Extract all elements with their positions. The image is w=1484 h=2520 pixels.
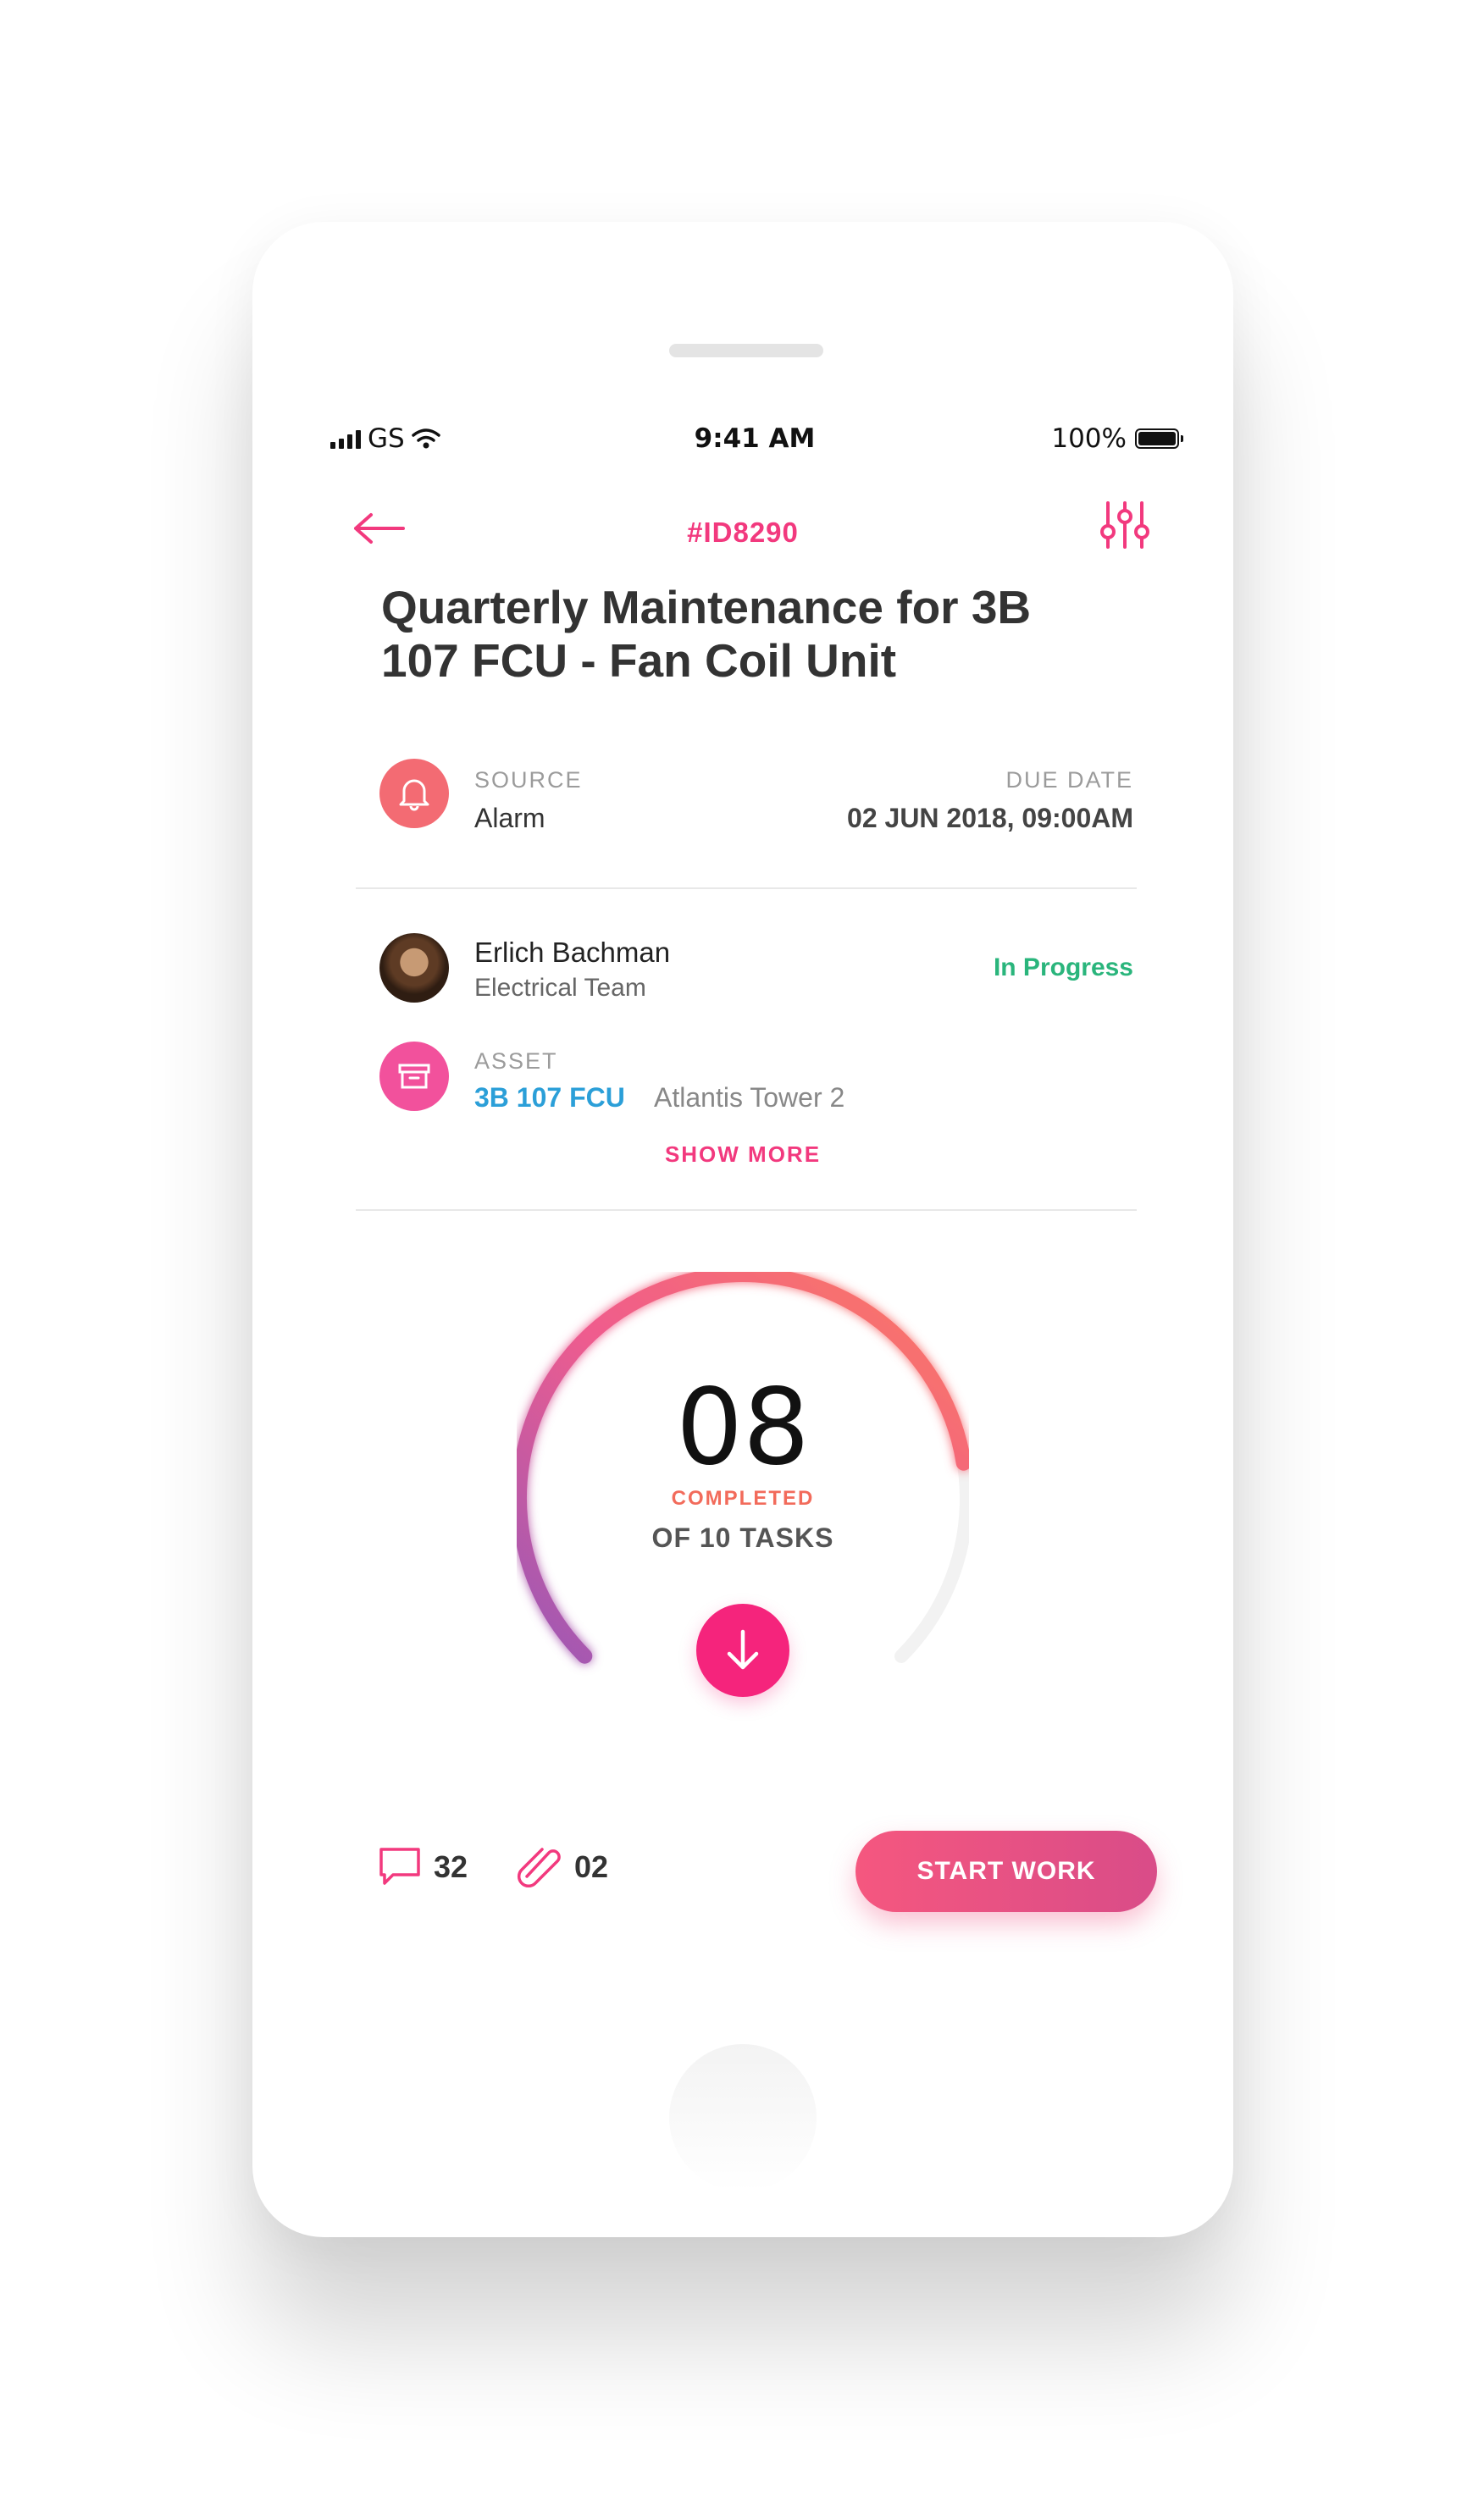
asset-code[interactable]: 3B 107 FCU [474, 1082, 625, 1114]
divider-bottom [356, 1209, 1137, 1211]
expand-tasks-button[interactable] [696, 1604, 789, 1697]
comments-button[interactable]: 32 [378, 1846, 468, 1888]
source-bell-badge [379, 759, 449, 828]
page-title: Quarterly Maintenance for 3B 107 FCU - F… [381, 581, 1032, 687]
asset-location: Atlantis Tower 2 [654, 1082, 845, 1113]
phone-frame: GS 9:41 AM 100% #ID8290 Quarterly Mainte… [252, 222, 1233, 2237]
status-bar: GS 9:41 AM 100% [330, 418, 1183, 462]
arrow-down-icon [727, 1629, 759, 1670]
asset-label: ASSET [474, 1048, 558, 1074]
battery-icon [1135, 428, 1183, 449]
status-right: 100% [1051, 423, 1183, 454]
filter-sliders-icon[interactable] [1099, 500, 1150, 550]
source-value: Alarm [474, 803, 545, 833]
asset-badge [379, 1042, 449, 1111]
avatar[interactable] [379, 933, 449, 1003]
completed-label: COMPLETED [671, 1487, 815, 1510]
speaker-grille [669, 344, 823, 357]
divider-top [356, 887, 1137, 889]
ticket-id: #ID8290 [687, 517, 799, 548]
comment-icon [379, 1848, 420, 1885]
assignee-name: Erlich Bachman [474, 937, 671, 968]
paperclip-icon [517, 1848, 561, 1888]
battery-percent: 100% [1051, 423, 1127, 454]
archive-box-icon [398, 1064, 430, 1089]
source-label: SOURCE [474, 767, 583, 793]
start-work-button[interactable]: START WORK [856, 1831, 1157, 1912]
attachments-count: 02 [574, 1849, 609, 1884]
total-tasks-label: OF 10 TASKS [651, 1522, 834, 1553]
assignee-team: Electrical Team [474, 974, 646, 1002]
status-badge: In Progress [993, 953, 1133, 981]
attachments-button[interactable]: 02 [517, 1846, 608, 1888]
completed-count: 08 [676, 1367, 810, 1489]
due-date-label: DUE DATE [1005, 767, 1133, 793]
due-date-value: 02 JUN 2018, 09:00AM [847, 803, 1133, 833]
comments-count: 32 [434, 1849, 468, 1884]
home-button[interactable] [669, 2044, 817, 2191]
bell-icon [399, 779, 429, 811]
show-more-link[interactable]: SHOW MORE [252, 1141, 1233, 1168]
